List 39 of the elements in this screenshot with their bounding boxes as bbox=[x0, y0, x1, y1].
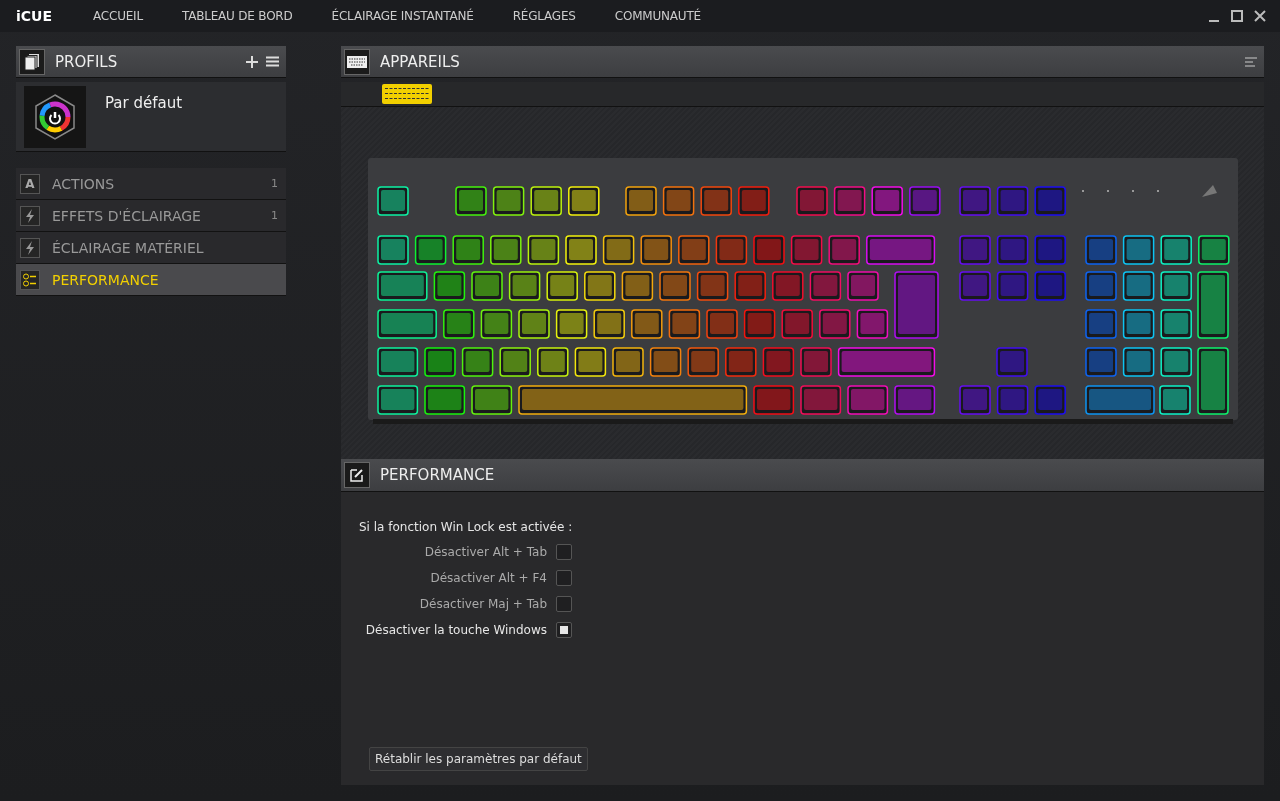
panel-title: PERFORMANCE bbox=[380, 466, 495, 484]
option-label: Désactiver Alt + F4 bbox=[430, 571, 547, 585]
nav-link[interactable]: COMMUNAUTÉ bbox=[614, 9, 701, 23]
list-icon[interactable] bbox=[1245, 56, 1257, 67]
lightning-icon bbox=[20, 237, 40, 258]
close-icon[interactable] bbox=[1254, 10, 1266, 22]
lightning-icon bbox=[20, 205, 40, 226]
sidebar-item[interactable]: EFFETS D'ÉCLAIRAGE 1 bbox=[16, 200, 286, 232]
keyboard-icon[interactable] bbox=[381, 83, 433, 105]
sidebar-item[interactable]: ÉCLAIRAGE MATÉRIEL bbox=[16, 232, 286, 264]
nav-link[interactable]: ÉCLAIRAGE INSTANTANÉ bbox=[331, 9, 474, 23]
panel-title: APPAREILS bbox=[380, 52, 460, 71]
maximize-icon[interactable] bbox=[1231, 10, 1243, 22]
app-logo: iCUE bbox=[16, 8, 53, 24]
nav-link[interactable]: TABLEAU DE BORD bbox=[181, 9, 293, 23]
checkbox[interactable] bbox=[556, 596, 572, 612]
item-count: 1 bbox=[271, 177, 278, 190]
option-label: Désactiver Alt + Tab bbox=[424, 545, 547, 559]
profile-name: Par défaut bbox=[105, 94, 183, 112]
edit-icon bbox=[344, 462, 370, 488]
profile-card[interactable]: Par défaut bbox=[16, 82, 286, 152]
sidebar-item[interactable]: A ACTIONS 1 bbox=[16, 168, 286, 200]
item-count: 1 bbox=[271, 209, 278, 222]
checkbox[interactable] bbox=[556, 570, 572, 586]
intro-text: Si la fonction Win Lock est activée : bbox=[359, 520, 573, 534]
checkbox[interactable] bbox=[556, 544, 572, 560]
nav-link[interactable]: RÉGLAGES bbox=[512, 9, 576, 23]
nav-link[interactable]: ACCUEIL bbox=[93, 9, 143, 23]
add-icon[interactable] bbox=[246, 55, 258, 68]
toggles-icon bbox=[20, 269, 40, 290]
option-label: Désactiver Maj + Tab bbox=[419, 597, 547, 611]
option-label: Désactiver la touche Windows bbox=[365, 623, 547, 637]
checkbox[interactable] bbox=[556, 622, 572, 638]
reset-button[interactable]: Rétablir les paramètres par défaut bbox=[369, 747, 588, 771]
profile-logo-icon bbox=[24, 86, 86, 148]
sidebar-item[interactable]: PERFORMANCE bbox=[16, 264, 286, 296]
menu-icon[interactable] bbox=[266, 56, 279, 67]
panel-title: PROFILS bbox=[55, 52, 118, 71]
letter-icon: A bbox=[20, 173, 40, 194]
